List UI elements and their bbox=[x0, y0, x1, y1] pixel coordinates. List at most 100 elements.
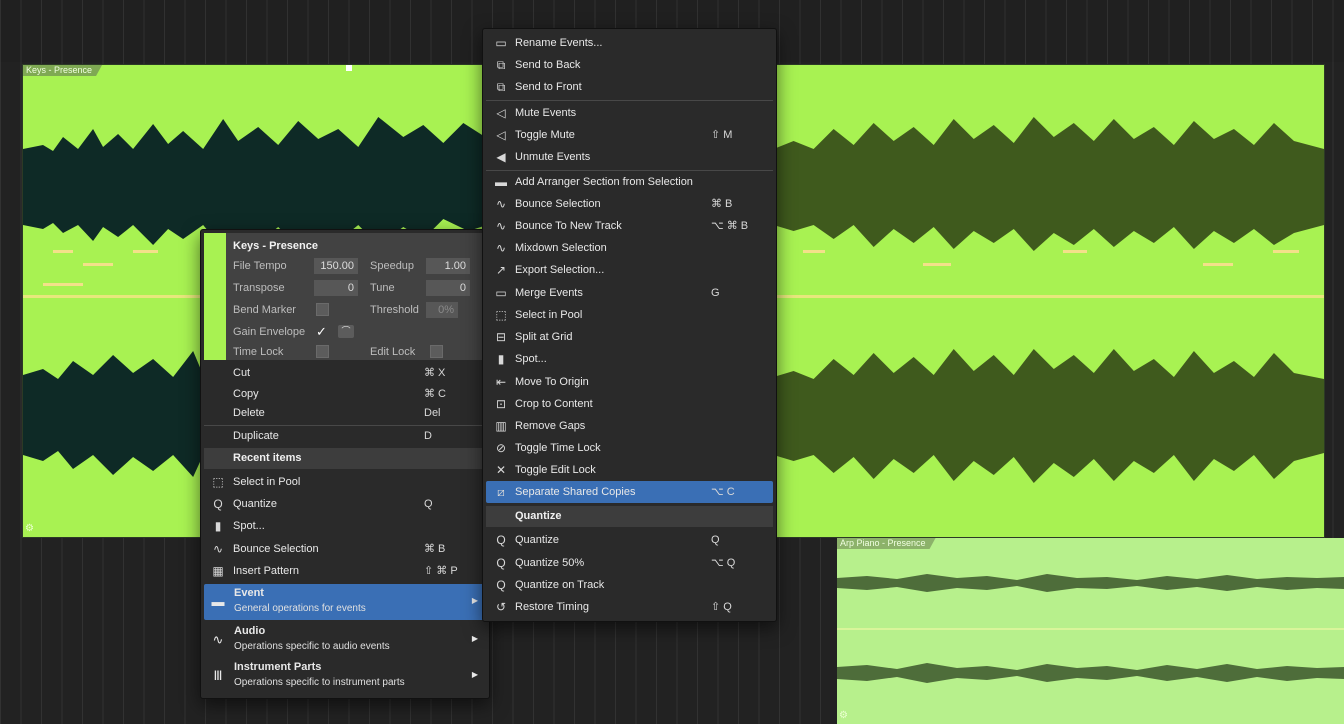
menu-item-add-arranger-section[interactable]: ▬ Add Arranger Section from Selection bbox=[486, 171, 773, 193]
menu-item-bounce-selection[interactable]: ∿ Bounce Selection ⌘ B bbox=[486, 193, 773, 215]
menu-item-label: Toggle Time Lock bbox=[515, 442, 601, 454]
edit-lock-label: Edit Lock bbox=[370, 346, 416, 358]
menu-item-shortcut: ⌘ B bbox=[711, 198, 733, 210]
event-icon: ▬ bbox=[211, 594, 225, 609]
menu-item-send-to-front[interactable]: ⧉ Send to Front bbox=[486, 76, 773, 98]
menu-item-mute-events[interactable]: ◁ Mute Events bbox=[486, 102, 773, 124]
menu-item-quantize[interactable]: Q Quantize Q bbox=[204, 493, 486, 515]
audio-icon: ∿ bbox=[212, 632, 224, 647]
menu-item-label: Rename Events... bbox=[515, 37, 603, 49]
menu-item-label: Quantize 50% bbox=[515, 557, 585, 569]
submenu-instrument-parts[interactable]: Ⅲ Instrument Parts Operations specific t… bbox=[204, 658, 486, 694]
event-inspector: Keys - Presence File Tempo 150.00 Speedu… bbox=[204, 233, 484, 360]
menu-item-mixdown-selection[interactable]: ∿ Mixdown Selection bbox=[486, 237, 773, 259]
menu-item-label: Quantize bbox=[515, 534, 560, 546]
instrument-icon: Ⅲ bbox=[213, 668, 223, 683]
menu-item-label: Spot... bbox=[233, 520, 265, 532]
menu-item-bounce-to-new-track[interactable]: ∿ Bounce To New Track ⌥ ⌘ B bbox=[486, 215, 773, 237]
menu-item-label: Cut bbox=[233, 367, 251, 379]
menu-item-send-to-back[interactable]: ⧉ Send to Back bbox=[486, 54, 773, 76]
clip-settings-icon[interactable]: ⚙ bbox=[25, 523, 37, 535]
time-lock-checkbox[interactable] bbox=[316, 345, 329, 358]
menu-item-quantize-50[interactable]: Q Quantize 50% ⌥ Q bbox=[486, 552, 773, 574]
menu-item-separate-shared-copies[interactable]: ⧄ Separate Shared Copies ⌥ C bbox=[486, 481, 773, 503]
submenu-arrow-icon: ▶ bbox=[471, 670, 478, 679]
midi-note bbox=[83, 263, 113, 266]
menu-item-toggle-edit-lock[interactable]: ✕ Toggle Edit Lock bbox=[486, 459, 773, 481]
toggle-mute-icon: ◁ bbox=[496, 128, 506, 142]
menu-item-unmute-events[interactable]: ◀ Unmute Events bbox=[486, 146, 773, 168]
menu-item-spot[interactable]: ▮ Spot... bbox=[204, 515, 486, 537]
edit-lock-checkbox[interactable] bbox=[430, 345, 443, 358]
menu-item-delete[interactable]: Delete Del bbox=[204, 402, 486, 424]
submenu-title: Event bbox=[234, 587, 264, 599]
quantize-icon: Q bbox=[213, 497, 223, 511]
menu-item-spot[interactable]: ▮ Spot... bbox=[486, 348, 773, 370]
midi-note bbox=[43, 283, 83, 286]
menu-item-merge-events[interactable]: ▭ Merge Events G bbox=[486, 282, 773, 304]
menu-item-toggle-mute[interactable]: ◁ Toggle Mute ⇧ M bbox=[486, 124, 773, 146]
menu-item-label: Select in Pool bbox=[233, 476, 301, 488]
menu-item-label: Restore Timing bbox=[515, 601, 589, 613]
quantize-icon: Q bbox=[496, 533, 506, 547]
send-front-icon: ⧉ bbox=[496, 80, 506, 94]
bend-marker-checkbox[interactable] bbox=[316, 303, 329, 316]
menu-separator bbox=[486, 100, 773, 101]
menu-item-crop-to-content[interactable]: ⊡ Crop to Content bbox=[486, 393, 773, 415]
pattern-icon: ▦ bbox=[212, 564, 224, 578]
menu-item-quantize-on-track[interactable]: Q Quantize on Track bbox=[486, 574, 773, 596]
select-in-pool-icon: ⬚ bbox=[212, 475, 224, 489]
menu-item-label: Quantize on Track bbox=[515, 579, 605, 591]
rename-icon: ▭ bbox=[495, 36, 507, 50]
mute-icon: ◁ bbox=[496, 106, 506, 120]
tune-field[interactable]: 0 bbox=[426, 280, 470, 296]
menu-item-cut[interactable]: Cut ⌘ X bbox=[204, 362, 486, 384]
submenu-description: General operations for events bbox=[234, 603, 366, 614]
menu-item-select-in-pool[interactable]: ⬚ Select in Pool bbox=[204, 471, 486, 493]
menu-item-insert-pattern[interactable]: ▦ Insert Pattern ⇧ ⌘ P bbox=[204, 560, 486, 582]
submenu-audio[interactable]: ∿ Audio Operations specific to audio eve… bbox=[204, 622, 486, 658]
menu-item-rename-events[interactable]: ▭ Rename Events... bbox=[486, 32, 773, 54]
menu-item-label: Delete bbox=[233, 407, 265, 419]
menu-item-move-to-origin[interactable]: ⇤ Move To Origin bbox=[486, 371, 773, 393]
menu-item-export-selection[interactable]: ↗ Export Selection... bbox=[486, 259, 773, 281]
move-origin-icon: ⇤ bbox=[495, 375, 507, 389]
quantize-50-icon: Q bbox=[496, 556, 506, 570]
submenu-event[interactable]: ▬ Event General operations for events ▶ bbox=[204, 584, 486, 620]
event-color-swatch[interactable] bbox=[204, 233, 226, 360]
submenu-description: Operations specific to audio events bbox=[234, 641, 390, 652]
midi-note bbox=[53, 250, 73, 253]
edit-lock-icon: ✕ bbox=[495, 463, 507, 477]
bend-marker-label: Bend Marker bbox=[233, 304, 296, 316]
inspector-title: Keys - Presence bbox=[233, 240, 318, 252]
arp-piano-presence-event[interactable]: Arp Piano - Presence ⚙ bbox=[837, 538, 1344, 724]
speedup-field[interactable]: 1.00 bbox=[426, 258, 470, 274]
menu-item-select-in-pool[interactable]: ⬚ Select in Pool bbox=[486, 304, 773, 326]
menu-item-restore-timing[interactable]: ↺ Restore Timing ⇧ Q bbox=[486, 596, 773, 618]
menu-item-quantize[interactable]: Q Quantize Q bbox=[486, 529, 773, 551]
menu-item-remove-gaps[interactable]: ▥ Remove Gaps bbox=[486, 415, 773, 437]
threshold-field[interactable]: 0% bbox=[426, 302, 458, 318]
transpose-field[interactable]: 0 bbox=[314, 280, 358, 296]
clip-settings-icon[interactable]: ⚙ bbox=[839, 710, 851, 722]
menu-item-shortcut: ⌘ X bbox=[424, 367, 446, 379]
menu-item-bounce-selection[interactable]: ∿ Bounce Selection ⌘ B bbox=[204, 538, 486, 560]
menu-item-toggle-time-lock[interactable]: ⊘ Toggle Time Lock bbox=[486, 437, 773, 459]
menu-item-label: Move To Origin bbox=[515, 376, 589, 388]
gain-envelope-checkbox[interactable]: ✓ bbox=[316, 325, 329, 338]
threshold-label: Threshold bbox=[370, 304, 419, 316]
file-tempo-label: File Tempo bbox=[233, 260, 287, 272]
crop-icon: ⊡ bbox=[495, 397, 507, 411]
envelope-curve-icon[interactable]: ⌒ bbox=[338, 325, 354, 338]
menu-item-label: Toggle Edit Lock bbox=[515, 464, 596, 476]
midi-line bbox=[837, 628, 1344, 630]
menu-item-shortcut: ⌘ B bbox=[424, 543, 446, 555]
remove-gaps-icon: ▥ bbox=[495, 419, 507, 433]
menu-item-shortcut: Q bbox=[711, 534, 720, 546]
quantize-track-icon: Q bbox=[496, 578, 506, 592]
menu-item-split-at-grid[interactable]: ⊟ Split at Grid bbox=[486, 326, 773, 348]
selection-handle[interactable] bbox=[346, 65, 352, 71]
menu-item-duplicate[interactable]: Duplicate D bbox=[204, 425, 486, 447]
file-tempo-field[interactable]: 150.00 bbox=[314, 258, 358, 274]
menu-item-shortcut: ⌥ Q bbox=[711, 557, 736, 569]
